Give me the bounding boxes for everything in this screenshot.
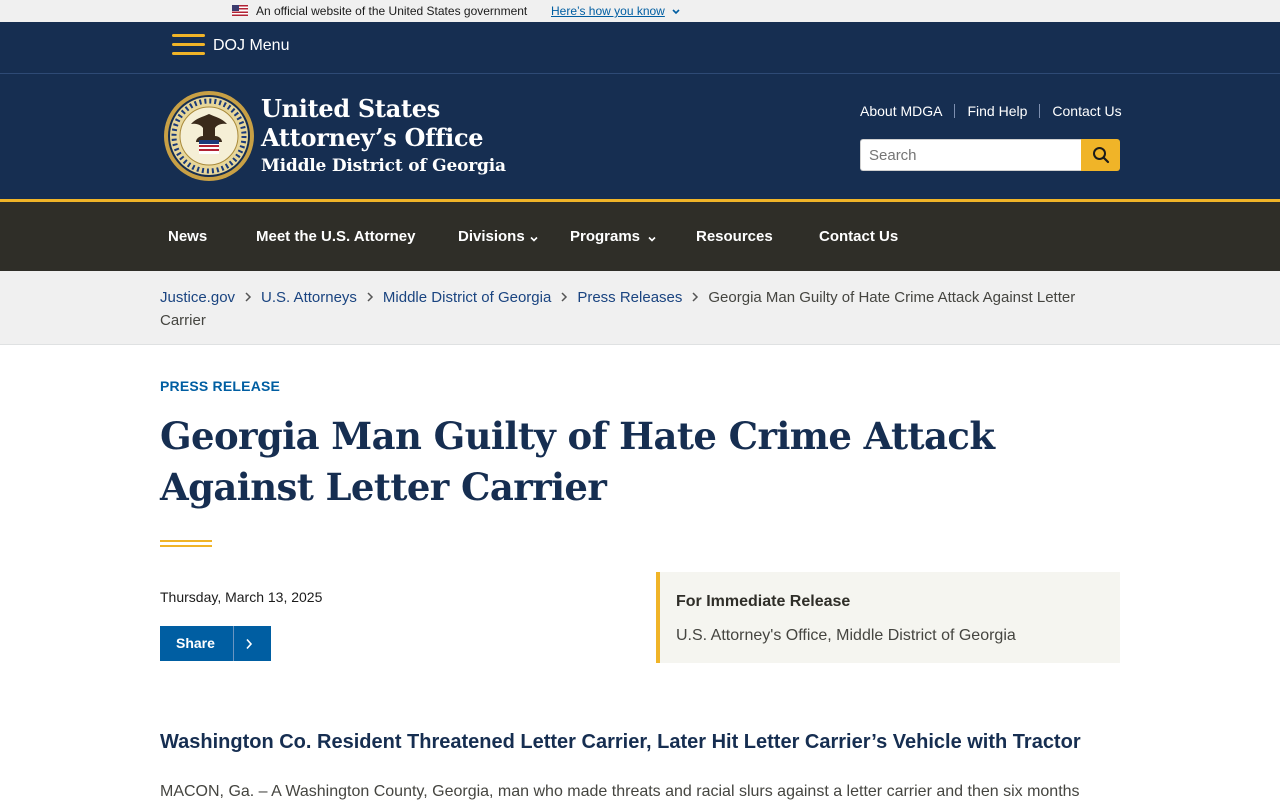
find-help-link[interactable]: Find Help <box>967 103 1027 119</box>
nav-resources[interactable]: Resources <box>696 228 773 246</box>
about-mdga-link[interactable]: About MDGA <box>860 103 942 119</box>
share-button-label: Share <box>176 635 215 651</box>
search-button[interactable] <box>1081 139 1120 171</box>
chevron-right-icon <box>682 286 708 309</box>
nav-news[interactable]: News <box>168 228 207 246</box>
title-divider <box>160 540 212 547</box>
publish-date: Thursday, March 13, 2025 <box>160 589 323 605</box>
nav-contact-us[interactable]: Contact Us <box>819 228 898 246</box>
breadcrumb-justice-gov[interactable]: Justice.gov <box>160 289 235 306</box>
chevron-down-icon[interactable] <box>529 234 539 244</box>
chevron-right-icon <box>551 286 577 309</box>
gov-banner: An official website of the United States… <box>0 0 1280 22</box>
nav-meet-us-attorney[interactable]: Meet the U.S. Attorney <box>256 228 415 246</box>
nav-programs[interactable]: Programs <box>570 228 640 246</box>
gov-banner-text: An official website of the United States… <box>256 4 528 18</box>
primary-nav: News Meet the U.S. Attorney Divisions Pr… <box>0 199 1280 271</box>
breadcrumb-us-attorneys[interactable]: U.S. Attorneys <box>261 289 357 306</box>
divider <box>233 626 234 661</box>
nav-divisions[interactable]: Divisions <box>458 228 525 246</box>
chevron-down-icon[interactable] <box>671 4 681 18</box>
office-subtitle[interactable]: Middle District of Georgia <box>261 156 506 176</box>
chevron-right-icon <box>357 286 383 309</box>
divider <box>954 104 956 118</box>
breadcrumb: Justice.gov U.S. Attorneys Middle District… <box>160 286 1120 332</box>
page-title: Georgia Man Guilty of Hate Crime Attack … <box>160 414 995 509</box>
us-flag-icon <box>232 5 248 16</box>
office-title[interactable]: United States Attorney’s Office <box>261 94 484 152</box>
doj-menu-bar: DOJ Menu <box>0 22 1280 74</box>
site-header: United States Attorney’s Office Middle D… <box>0 74 1280 199</box>
hamburger-icon[interactable] <box>172 34 206 58</box>
doj-seal-icon[interactable] <box>163 90 255 182</box>
office-title-line2: Attorney’s Office <box>261 123 484 152</box>
article-body: MACON, Ga. – A Washington County, Georgi… <box>160 783 1080 800</box>
breadcrumb-bar: Justice.gov U.S. Attorneys Middle District… <box>0 271 1280 345</box>
press-release-label: PRESS RELEASE <box>160 378 281 394</box>
release-office: U.S. Attorney's Office, Middle District … <box>676 627 1016 644</box>
utility-links: About MDGA Find Help Contact Us <box>860 103 1122 119</box>
divider <box>1039 104 1041 118</box>
chevron-down-icon[interactable] <box>647 234 657 244</box>
breadcrumb-press-releases[interactable]: Press Releases <box>577 289 682 306</box>
release-info-box: For Immediate Release U.S. Attorney's Of… <box>656 572 1120 663</box>
search-icon <box>1092 147 1109 164</box>
breadcrumb-middle-district[interactable]: Middle District of Georgia <box>383 289 551 306</box>
article-subheading: Washington Co. Resident Threatened Lette… <box>160 731 1081 753</box>
chevron-right-icon <box>235 286 261 309</box>
release-heading: For Immediate Release <box>676 593 851 610</box>
share-button[interactable]: Share <box>160 626 271 661</box>
office-title-line1: United States <box>261 94 440 123</box>
heres-how-you-know-link[interactable]: Here’s how you know <box>551 4 665 18</box>
doj-menu-button[interactable]: DOJ Menu <box>213 37 289 55</box>
contact-us-link[interactable]: Contact Us <box>1052 103 1121 119</box>
chevron-right-icon <box>246 638 253 650</box>
search-input[interactable] <box>860 139 1081 171</box>
